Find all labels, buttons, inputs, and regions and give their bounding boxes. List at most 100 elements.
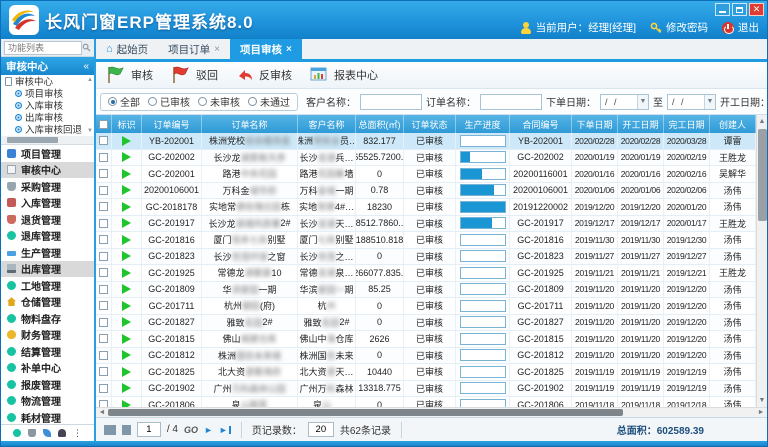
table-row[interactable]: GC-202002长沙龙湖景粼天序长沙龙湖兵…65525.7200..已审核GC… [96,150,756,167]
tree-hscroll-thumb[interactable] [7,137,58,143]
row-checkbox[interactable] [99,136,108,145]
sidebar-item[interactable]: 耗材管理 [1,409,94,424]
row-checkbox[interactable] [99,268,108,277]
scroll-down-icon[interactable]: ▼ [759,394,766,407]
table-row[interactable]: GC-201816厦门恒禾七尚别墅厦门七尚别墅188510.818已审核GC-2… [96,232,756,249]
tree-hscrollbar[interactable] [1,136,94,144]
column-header[interactable]: 总面积(㎡) [356,115,404,133]
row-checkbox[interactable] [99,384,108,393]
sidebar-item[interactable]: 结算管理 [1,343,94,360]
more-options-icon[interactable]: ⋮ [73,429,82,437]
chevron-down-icon[interactable]: ▼ [637,95,648,109]
minimize-button[interactable] [715,3,730,16]
table-row[interactable]: GC-201815佛山城建仓库佛山中海仓库2626已审核GC-201815201… [96,331,756,348]
table-row[interactable]: GC-201809华滨家园一期华滨家园一期85.25已审核GC-20180920… [96,282,756,299]
scroll-up-icon[interactable]: ▲ [759,115,766,128]
table-row[interactable]: GC-201823长沙世茂环球之窗长沙世茂之…0已审核GC-2018232019… [96,249,756,266]
table-row[interactable]: YB-202001株洲党校综合楼改造株洲党校全员…832.177已审核YB-20… [96,133,756,150]
sidebar-item[interactable]: 报废管理 [1,376,94,393]
column-header[interactable]: 创建人 [710,115,756,133]
customer-name-input[interactable] [360,94,422,110]
sidebar-item[interactable]: 工地管理 [1,277,94,294]
tab-close-icon[interactable]: × [214,44,220,55]
sidebar-item[interactable]: 生产管理 [1,244,94,261]
sidebar-item[interactable]: 入库管理 [1,195,94,212]
sidebar-item[interactable]: 出库管理 [1,261,94,278]
table-row[interactable]: GC-201925常德龙湖紫宸10常德龙湖泉…266077.835..已审核GC… [96,265,756,282]
module-cart-icon[interactable] [28,429,36,437]
filter-radio[interactable]: 已审核 [148,94,190,109]
table-row[interactable]: GC-201711杭州御园(府)杭州0已审核GC-2017112019/11/2… [96,298,756,315]
sidebar-item[interactable]: 审核中心 [1,162,94,179]
maximize-button[interactable] [732,3,747,16]
collapse-icon[interactable]: « [83,61,89,72]
column-header[interactable]: 合同编号 [510,115,572,133]
table-row[interactable]: GC-201812株洲国信未来城株洲国信未来0已审核GC-2018122019/… [96,348,756,365]
column-header[interactable]: 订单编号 [142,115,202,133]
row-checkbox[interactable] [99,202,108,211]
row-checkbox[interactable] [99,153,108,162]
close-button[interactable]: ✕ [749,3,764,16]
horizontal-scrollbar[interactable]: ◄ ► [96,407,767,417]
table-row[interactable]: GC-201827雅致名园2#雅致名园2#0已审核GC-2018272019/1… [96,315,756,332]
table-row[interactable]: GC-2018178实地常德玫瑰庄园栋实地常德4#…18230已审核201912… [96,199,756,216]
row-checkbox[interactable] [99,301,108,310]
column-header[interactable]: 下单日期 [572,115,618,133]
row-checkbox[interactable] [99,219,108,228]
scroll-left-icon[interactable]: ◄ [96,409,108,416]
next-page-button[interactable]: ► [204,425,213,435]
filter-radio[interactable]: 未通过 [248,94,290,109]
select-all-checkbox[interactable] [99,120,108,129]
row-checkbox[interactable] [99,334,108,343]
function-search-input[interactable] [4,41,82,55]
approve-button[interactable]: 审核 [106,66,153,84]
vscroll-thumb[interactable] [758,129,767,221]
column-header[interactable]: 完工日期 [664,115,710,133]
table-row[interactable]: GC-201917长沙龙湖湘风原著2#长沙龙湖天…8512.7860..已审核G… [96,216,756,233]
row-checkbox[interactable] [99,235,108,244]
page-number-input[interactable] [137,422,161,437]
column-header[interactable] [96,115,112,133]
sidebar-item[interactable]: 项目管理 [1,145,94,162]
sidebar-item[interactable]: 财务管理 [1,327,94,344]
column-header[interactable]: 客户名称 [298,115,356,133]
row-checkbox[interactable] [99,367,108,376]
change-password-button[interactable]: 修改密码 [650,20,708,35]
page-size-input[interactable] [308,422,334,437]
module-leaf-icon[interactable] [43,429,51,437]
prev-page-button[interactable]: ◄ [122,425,131,435]
table-row[interactable]: GC-202001路港中央花园路港花园幕墙0已审核202001160012020… [96,166,756,183]
order-date-from-picker[interactable]: / / ▼ [600,94,649,110]
hscroll-thumb[interactable] [108,409,623,416]
column-header[interactable]: 标识 [112,115,142,133]
sidebar-item[interactable]: 物流管理 [1,393,94,410]
tab-item[interactable]: 项目订单× [158,39,230,59]
last-page-button[interactable]: ► [219,425,231,435]
module-person-icon[interactable] [58,429,66,437]
logout-button[interactable]: 退出 [722,20,759,35]
column-header[interactable]: 开工日期 [618,115,664,133]
sidebar-item[interactable]: 退货管理 [1,211,94,228]
scroll-up-icon[interactable]: ▲ [87,77,93,83]
tree-node[interactable]: 入库审核回退 [1,123,94,135]
table-row[interactable]: 20200106001万科金域华府万科金域一期0.78已审核2020010600… [96,183,756,200]
sidebar-item[interactable]: 物料盘存 [1,310,94,327]
tab-close-icon[interactable]: × [286,44,292,55]
vertical-scrollbar[interactable]: ▲ ▼ [756,115,767,407]
filter-radio[interactable]: 未审核 [198,94,240,109]
module-dot-icon[interactable] [13,429,21,437]
table-row[interactable]: GC-201902广州万科森林公园广州万科森林13318.775已审核GC-20… [96,381,756,398]
filter-radio[interactable]: 全部 [108,94,140,109]
row-checkbox[interactable] [99,318,108,327]
sidebar-item[interactable]: 退库管理 [1,228,94,245]
column-header[interactable]: 订单状态 [404,115,456,133]
table-row[interactable]: GC-201825北大资源紫境府北大资源天…10440已审核GC-2018252… [96,364,756,381]
report-center-button[interactable]: 报表中心 [310,67,378,84]
table-row[interactable]: GC-201806泉山御景泉山…0已审核GC-2018062019/11/182… [96,397,756,407]
unapprove-button[interactable]: 反审核 [236,67,292,83]
scroll-down-icon[interactable]: ▼ [87,128,93,134]
row-checkbox[interactable] [99,285,108,294]
order-name-input[interactable] [480,94,542,110]
scroll-right-icon[interactable]: ► [755,409,767,416]
tab-item[interactable]: ⌂起始页 [96,39,158,59]
